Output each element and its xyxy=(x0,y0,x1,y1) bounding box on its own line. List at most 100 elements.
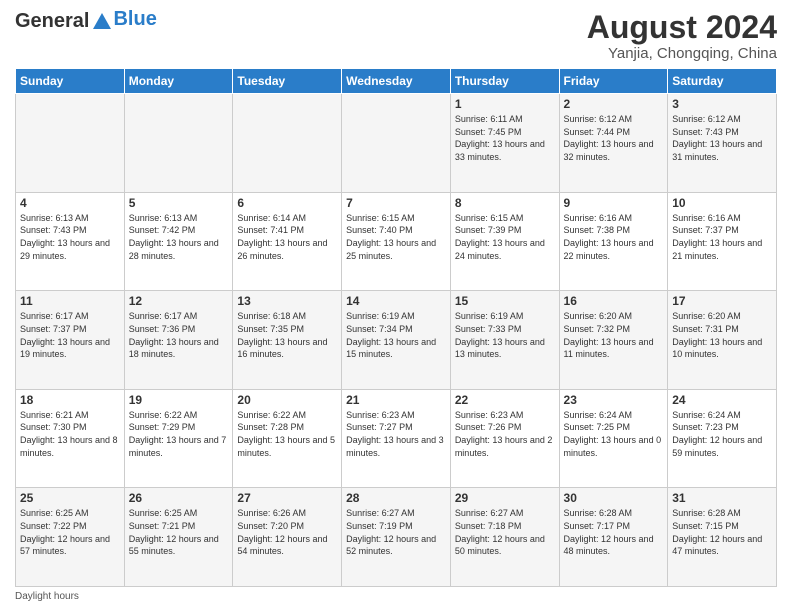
day-info: Sunrise: 6:15 AM Sunset: 7:40 PM Dayligh… xyxy=(346,212,446,262)
calendar-cell: 26 Sunrise: 6:25 AM Sunset: 7:21 PM Dayli… xyxy=(124,488,233,587)
header: General Blue August 2024 Yanjia, Chongqi… xyxy=(15,10,777,62)
day-info: Sunrise: 6:22 AM Sunset: 7:29 PM Dayligh… xyxy=(129,409,229,459)
day-info: Sunrise: 6:16 AM Sunset: 7:38 PM Dayligh… xyxy=(564,212,664,262)
calendar-cell: 20Sunrise: 6:22 AM Sunset: 7:28 PM Dayli… xyxy=(233,389,342,488)
day-number: 9 xyxy=(564,196,664,210)
calendar-cell: 22 Sunrise: 6:23 AM Sunset: 7:26 PM Dayli… xyxy=(450,389,559,488)
day-info: Sunrise: 6:22 AM Sunset: 7:28 PM Dayligh… xyxy=(237,409,337,459)
day-number: 1 xyxy=(455,97,555,111)
calendar-cell: 10Sunrise: 6:16 AM Sunset: 7:37 PM Dayli… xyxy=(668,192,777,291)
day-number: 7 xyxy=(346,196,446,210)
calendar-cell xyxy=(16,94,125,193)
day-info: Sunrise: 6:13 AM Sunset: 7:43 PM Dayligh… xyxy=(20,212,120,262)
calendar-cell: 27Sunrise: 6:26 AM Sunset: 7:20 PM Dayli… xyxy=(233,488,342,587)
calendar-cell: 1 Sunrise: 6:11 AM Sunset: 7:45 PM Daylig… xyxy=(450,94,559,193)
day-number: 31 xyxy=(672,491,772,505)
title-section: August 2024 Yanjia, Chongqing, China xyxy=(587,10,777,62)
day-info: Sunrise: 6:19 AM Sunset: 7:34 PM Dayligh… xyxy=(346,310,446,360)
logo: General Blue xyxy=(15,10,157,33)
day-number: 28 xyxy=(346,491,446,505)
calendar-cell: 7 Sunrise: 6:15 AM Sunset: 7:40 PM Daylig… xyxy=(342,192,451,291)
day-number: 25 xyxy=(20,491,120,505)
day-info: Sunrise: 6:23 AM Sunset: 7:27 PM Dayligh… xyxy=(346,409,446,459)
day-info: Sunrise: 6:28 AM Sunset: 7:17 PM Dayligh… xyxy=(564,507,664,557)
calendar-cell: 17 Sunrise: 6:20 AM Sunset: 7:31 PM Dayli… xyxy=(668,291,777,390)
calendar-cell: 23 Sunrise: 6:24 AM Sunset: 7:25 PM Dayli… xyxy=(559,389,668,488)
day-number: 18 xyxy=(20,393,120,407)
calendar-cell: 29 Sunrise: 6:27 AM Sunset: 7:18 PM Dayli… xyxy=(450,488,559,587)
calendar-cell xyxy=(233,94,342,193)
calendar-cell: 6Sunrise: 6:14 AM Sunset: 7:41 PM Daylig… xyxy=(233,192,342,291)
day-number: 29 xyxy=(455,491,555,505)
day-info: Sunrise: 6:28 AM Sunset: 7:15 PM Dayligh… xyxy=(672,507,772,557)
calendar-week-5: 25 Sunrise: 6:25 AM Sunset: 7:22 PM Dayli… xyxy=(16,488,777,587)
calendar-cell: 11Sunrise: 6:17 AM Sunset: 7:37 PM Dayli… xyxy=(16,291,125,390)
day-number: 23 xyxy=(564,393,664,407)
calendar-header-row: Sunday Monday Tuesday Wednesday Thursday… xyxy=(16,69,777,94)
calendar-cell: 24 Sunrise: 6:24 AM Sunset: 7:23 PM Dayli… xyxy=(668,389,777,488)
day-info: Sunrise: 6:26 AM Sunset: 7:20 PM Dayligh… xyxy=(237,507,337,557)
logo-icon xyxy=(91,11,113,33)
day-info: Sunrise: 6:15 AM Sunset: 7:39 PM Dayligh… xyxy=(455,212,555,262)
page: General Blue August 2024 Yanjia, Chongqi… xyxy=(0,0,792,612)
day-number: 26 xyxy=(129,491,229,505)
calendar-cell: 18 Sunrise: 6:21 AM Sunset: 7:30 PM Dayli… xyxy=(16,389,125,488)
day-info: Sunrise: 6:25 AM Sunset: 7:21 PM Dayligh… xyxy=(129,507,229,557)
day-number: 13 xyxy=(237,294,337,308)
calendar-week-3: 11Sunrise: 6:17 AM Sunset: 7:37 PM Dayli… xyxy=(16,291,777,390)
day-info: Sunrise: 6:11 AM Sunset: 7:45 PM Dayligh… xyxy=(455,113,555,163)
day-number: 22 xyxy=(455,393,555,407)
day-number: 21 xyxy=(346,393,446,407)
day-info: Sunrise: 6:18 AM Sunset: 7:35 PM Dayligh… xyxy=(237,310,337,360)
col-saturday: Saturday xyxy=(668,69,777,94)
day-number: 4 xyxy=(20,196,120,210)
day-number: 10 xyxy=(672,196,772,210)
day-number: 5 xyxy=(129,196,229,210)
col-friday: Friday xyxy=(559,69,668,94)
day-info: Sunrise: 6:21 AM Sunset: 7:30 PM Dayligh… xyxy=(20,409,120,459)
col-monday: Monday xyxy=(124,69,233,94)
calendar-cell: 5 Sunrise: 6:13 AM Sunset: 7:42 PM Daylig… xyxy=(124,192,233,291)
day-info: Sunrise: 6:27 AM Sunset: 7:18 PM Dayligh… xyxy=(455,507,555,557)
calendar-cell: 25 Sunrise: 6:25 AM Sunset: 7:22 PM Dayli… xyxy=(16,488,125,587)
col-tuesday: Tuesday xyxy=(233,69,342,94)
day-number: 24 xyxy=(672,393,772,407)
calendar-cell: 16Sunrise: 6:20 AM Sunset: 7:32 PM Dayli… xyxy=(559,291,668,390)
calendar-cell: 9 Sunrise: 6:16 AM Sunset: 7:38 PM Daylig… xyxy=(559,192,668,291)
calendar-cell: 3Sunrise: 6:12 AM Sunset: 7:43 PM Daylig… xyxy=(668,94,777,193)
location: Yanjia, Chongqing, China xyxy=(587,45,777,62)
col-thursday: Thursday xyxy=(450,69,559,94)
calendar-cell: 12Sunrise: 6:17 AM Sunset: 7:36 PM Dayli… xyxy=(124,291,233,390)
day-number: 17 xyxy=(672,294,772,308)
day-number: 15 xyxy=(455,294,555,308)
logo-blue: Blue xyxy=(113,8,156,31)
calendar-cell xyxy=(124,94,233,193)
footer: Daylight hours xyxy=(15,591,777,602)
calendar-week-2: 4 Sunrise: 6:13 AM Sunset: 7:43 PM Daylig… xyxy=(16,192,777,291)
day-info: Sunrise: 6:27 AM Sunset: 7:19 PM Dayligh… xyxy=(346,507,446,557)
day-info: Sunrise: 6:23 AM Sunset: 7:26 PM Dayligh… xyxy=(455,409,555,459)
calendar-cell: 14Sunrise: 6:19 AM Sunset: 7:34 PM Dayli… xyxy=(342,291,451,390)
day-info: Sunrise: 6:24 AM Sunset: 7:23 PM Dayligh… xyxy=(672,409,772,459)
day-info: Sunrise: 6:19 AM Sunset: 7:33 PM Dayligh… xyxy=(455,310,555,360)
calendar: Sunday Monday Tuesday Wednesday Thursday… xyxy=(15,68,777,587)
calendar-cell: 2 Sunrise: 6:12 AM Sunset: 7:44 PM Daylig… xyxy=(559,94,668,193)
day-number: 2 xyxy=(564,97,664,111)
calendar-cell: 31 Sunrise: 6:28 AM Sunset: 7:15 PM Dayli… xyxy=(668,488,777,587)
calendar-cell: 21 Sunrise: 6:23 AM Sunset: 7:27 PM Dayli… xyxy=(342,389,451,488)
day-info: Sunrise: 6:25 AM Sunset: 7:22 PM Dayligh… xyxy=(20,507,120,557)
day-info: Sunrise: 6:13 AM Sunset: 7:42 PM Dayligh… xyxy=(129,212,229,262)
day-number: 30 xyxy=(564,491,664,505)
day-info: Sunrise: 6:20 AM Sunset: 7:32 PM Dayligh… xyxy=(564,310,664,360)
calendar-cell: 15 Sunrise: 6:19 AM Sunset: 7:33 PM Dayli… xyxy=(450,291,559,390)
calendar-cell xyxy=(342,94,451,193)
logo-general: General xyxy=(15,10,89,33)
month-year: August 2024 xyxy=(587,10,777,45)
day-info: Sunrise: 6:24 AM Sunset: 7:25 PM Dayligh… xyxy=(564,409,664,459)
calendar-cell: 4 Sunrise: 6:13 AM Sunset: 7:43 PM Daylig… xyxy=(16,192,125,291)
day-info: Sunrise: 6:20 AM Sunset: 7:31 PM Dayligh… xyxy=(672,310,772,360)
day-info: Sunrise: 6:12 AM Sunset: 7:44 PM Dayligh… xyxy=(564,113,664,163)
day-info: Sunrise: 6:17 AM Sunset: 7:37 PM Dayligh… xyxy=(20,310,120,360)
col-sunday: Sunday xyxy=(16,69,125,94)
day-number: 3 xyxy=(672,97,772,111)
